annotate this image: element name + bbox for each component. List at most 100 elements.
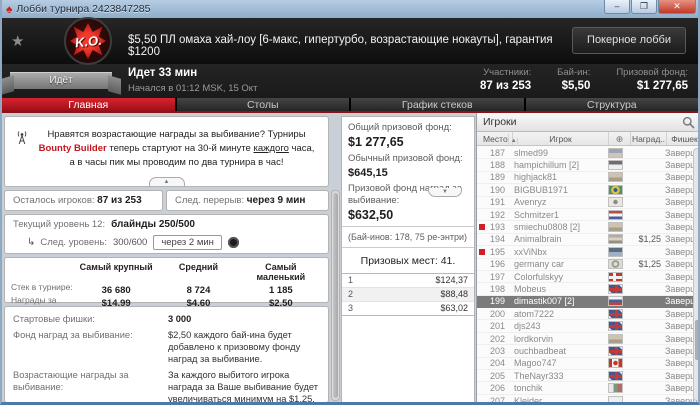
stack-column-header: Средний	[178, 262, 219, 272]
player-row[interactable]: 202 lordkorvin Заверш.	[477, 333, 698, 346]
maximize-button[interactable]: ❐	[631, 0, 657, 14]
player-place: 195	[489, 246, 505, 257]
prize-row[interactable]: 1 $124,37	[342, 274, 474, 289]
player-name: ouchbadbeat	[514, 345, 567, 356]
player-row[interactable]: 194 Animalbrain $1,25 Заверш.	[477, 234, 698, 247]
stat-label: Участники:	[483, 67, 532, 78]
search-icon	[682, 116, 695, 129]
players-remaining-value: 87 из 253	[97, 195, 142, 206]
prize-row[interactable]: 3 $63,02	[342, 302, 474, 315]
country-flag-icon	[608, 246, 623, 257]
player-place: 205	[489, 370, 505, 381]
tab-график-стеков[interactable]: График стеков	[351, 98, 524, 111]
player-name: Avenryz	[514, 197, 547, 208]
prize-amount: $88,48	[440, 289, 468, 300]
column-chips[interactable]: Фишек	[667, 132, 698, 145]
divider	[342, 247, 474, 249]
announcement-collapse-handle[interactable]: ▲	[148, 177, 185, 186]
divider	[342, 226, 474, 228]
poker-lobby-button[interactable]: Покерное лобби	[572, 27, 686, 54]
app-header: ★ K.O. $5,50 ПЛ омаха хай-лоу [6-макс, г…	[2, 17, 698, 65]
prize-panel: Общий призовой фонд: $1 277,65 Обычный п…	[341, 116, 475, 402]
player-row[interactable]: 204 Magoo747 Заверш.	[477, 358, 698, 371]
detail-row: Стартовые фишки: 3 000	[13, 313, 320, 325]
player-row[interactable]: 206 tonchik Заверш.	[477, 382, 698, 395]
header-stats: Участники: 87 из 253 Бай-ин: $5,50 Призовой …	[454, 67, 688, 92]
player-row[interactable]: 191 Avenryz Заверш.	[477, 197, 698, 209]
column-award[interactable]: Наград..	[631, 132, 667, 145]
player-place: 193	[489, 222, 505, 233]
player-name: slmed99	[514, 147, 549, 158]
players-scrollbar-thumb[interactable]	[695, 319, 698, 360]
header-stat: Бай-ин: $5,50	[557, 67, 590, 92]
player-place: 187	[489, 147, 505, 158]
player-name: TheNayr333	[514, 370, 564, 381]
player-row[interactable]: 200 atom7222 Заверш.	[477, 308, 698, 321]
country-flag-icon	[608, 333, 623, 344]
player-row[interactable]: 188 hampichillum [2] Заверш.	[477, 159, 698, 172]
player-row[interactable]: 195 xxViNbx Заверш.	[477, 246, 698, 259]
player-row[interactable]: 197 Colorfulskyy Заверш.	[477, 271, 698, 284]
player-row[interactable]: 192 Schmitzer1 Заверш.	[477, 209, 698, 222]
ko-logo-text: K.O.	[73, 32, 103, 50]
bounty-prize-value: $632,50	[348, 208, 394, 223]
prize-table: 1 $124,37 2 $88,48 3 $63,02	[342, 273, 474, 317]
player-row[interactable]: 189 highjack81 Заверш.	[477, 172, 698, 185]
player-name: Colorfulskyy	[514, 271, 564, 282]
column-player[interactable]: Игрок	[513, 132, 609, 145]
players-scrollbar[interactable]	[693, 148, 698, 401]
players-panel: Игроки Место ▲ Игрок ⊕ Наград.. Фишек 187…	[476, 113, 698, 402]
minimize-button[interactable]: –	[604, 0, 630, 14]
regular-prize-label: Обычный призовой фонд:	[348, 153, 463, 165]
player-row[interactable]: 199 dimastik007 [2] Заверш.	[477, 295, 698, 309]
left-scrollbar-thumb[interactable]	[333, 193, 338, 398]
sub-header: Идёт Идет 33 мин Начался в 01:12 MSK, 15…	[2, 64, 698, 98]
search-player-button[interactable]	[681, 115, 696, 129]
titlebar[interactable]: ♠ Лобби турнира 2423847285 – ❐ ✕	[2, 0, 698, 18]
player-name: BIGBUB1971	[514, 184, 569, 195]
player-place: 189	[489, 172, 505, 183]
paid-places: Призовых мест: 41.	[360, 255, 456, 268]
player-row[interactable]: 193 smiechu0808 [2] Заверш.	[477, 221, 698, 234]
total-prize-label: Общий призовой фонд:	[348, 122, 452, 133]
tab-главная[interactable]: Главная	[2, 98, 175, 111]
start-time: Начался в 01:12 MSK, 15 Окт	[128, 83, 258, 94]
player-row[interactable]: 196 germany car $1,25 Заверш.	[477, 259, 698, 271]
tab-структура[interactable]: Структура	[525, 98, 698, 111]
detail-row: Фонд наград за выбивание: $2,50 каждого б…	[13, 329, 320, 365]
detail-label: Возрастающие награды за выбивание:	[13, 370, 129, 393]
prize-table-expand-handle[interactable]: ▼	[428, 188, 462, 197]
player-row[interactable]: 207 Kleider Заверш.	[477, 395, 698, 402]
tournament-lobby-window: ♠ Лобби турнира 2423847285 – ❐ ✕ ★ K.O. …	[0, 0, 700, 405]
stat-value: 87 из 253	[480, 80, 532, 92]
player-name: xxViNbx	[514, 246, 547, 257]
player-row[interactable]: 190 BIGBUB1971 Заверш.	[477, 184, 698, 197]
player-place: 199	[489, 296, 505, 307]
tab-столы[interactable]: Столы	[176, 98, 349, 111]
total-prize-value: $1 277,65	[348, 135, 404, 150]
detail-value: За каждого выбитого игрока награда за Ва…	[168, 370, 319, 403]
country-flag-icon	[608, 283, 623, 294]
stack-stats-box: Самый крупный Средний Самый маленький Стек …	[4, 257, 329, 315]
favorite-star-icon[interactable]: ★	[11, 32, 24, 50]
player-place: 192	[489, 209, 505, 220]
player-name: Animalbrain	[514, 234, 562, 245]
country-globe-icon[interactable]: ⊕	[609, 132, 631, 145]
close-button[interactable]: ✕	[658, 0, 696, 14]
prize-place: 3	[348, 303, 354, 314]
country-flag-icon	[608, 345, 623, 356]
player-row[interactable]: 203 ouchbadbeat Заверш.	[477, 345, 698, 358]
stat-value: $5,50	[561, 80, 591, 92]
player-row[interactable]: 205 TheNayr333 Заверш.	[477, 370, 698, 383]
player-row[interactable]: 187 slmed99 Заверш.	[477, 147, 698, 160]
column-place[interactable]: Место ▲	[477, 132, 518, 145]
prize-row[interactable]: 2 $88,48	[342, 288, 474, 303]
player-name: germany car	[514, 259, 565, 270]
next-level-timer: через 2 мин	[153, 235, 222, 250]
player-row[interactable]: 201 djs243 Заверш.	[477, 320, 698, 333]
next-level-arrow-icon: ↳	[27, 237, 36, 248]
player-name: hampichillum [2]	[514, 160, 580, 171]
player-place: 198	[489, 283, 505, 294]
player-row[interactable]: 198 Mobeus Заверш.	[477, 283, 698, 296]
left-panel-scrollbar[interactable]	[331, 190, 340, 401]
